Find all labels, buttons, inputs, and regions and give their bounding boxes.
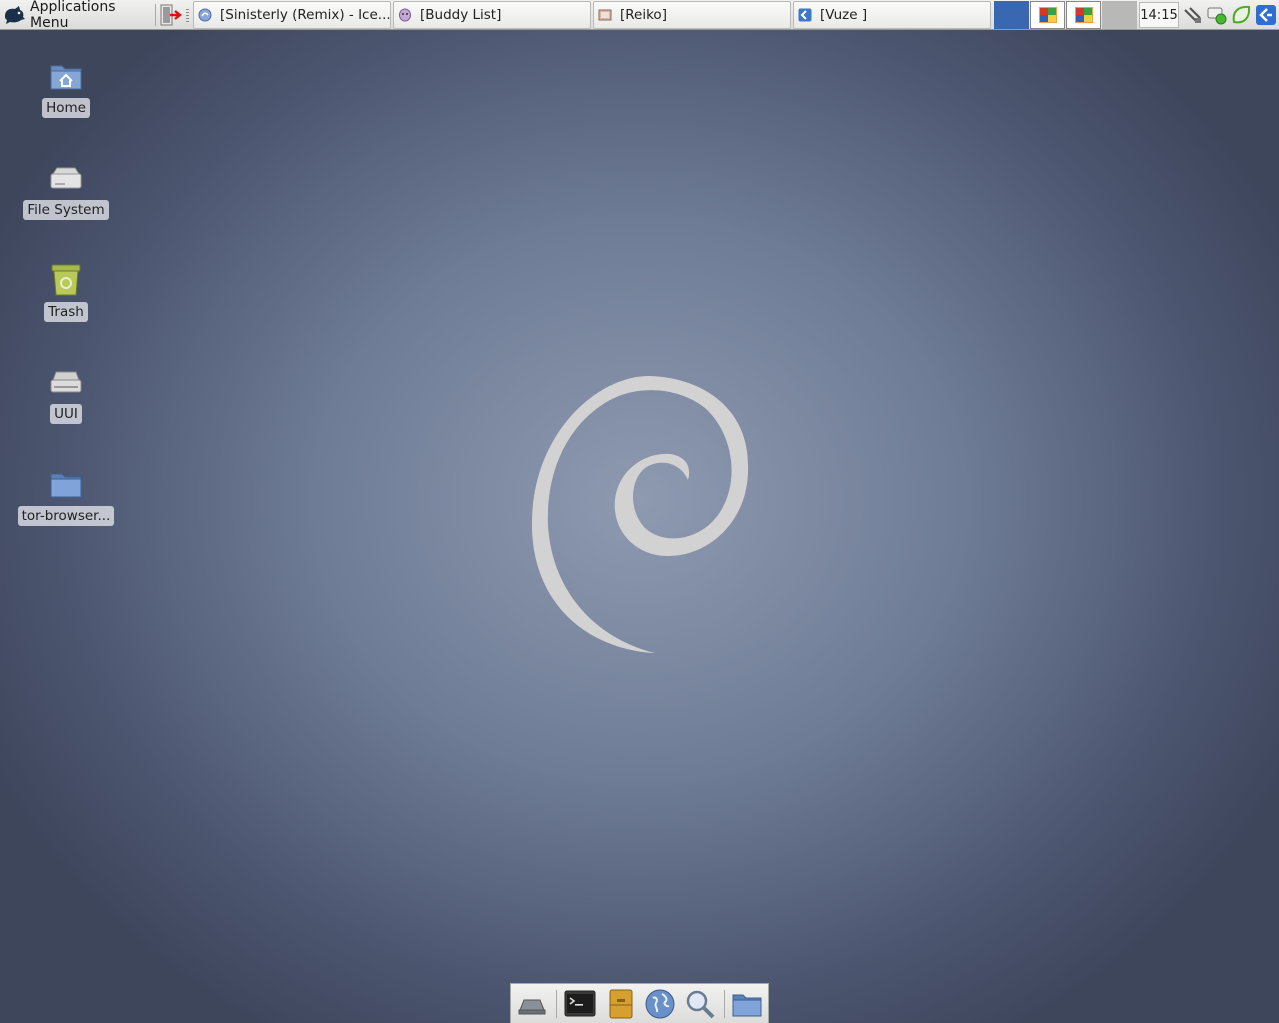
vuze-tray-icon[interactable] [1255, 4, 1277, 26]
desktop-icon-tor-browser[interactable]: tor-browser... [16, 466, 116, 526]
dock-separator [724, 990, 725, 1018]
desktop-icon-label: Trash [44, 302, 88, 322]
pidgin-status-icon[interactable] [1206, 4, 1228, 26]
desktop-icon-file-system[interactable]: File System [16, 160, 116, 220]
debian-swirl-logo [531, 375, 749, 653]
panel-grip[interactable] [186, 9, 189, 22]
desktop-icon-uui[interactable]: UUI [16, 364, 116, 424]
task-label: [Vuze ] [820, 7, 868, 23]
dock-separator [556, 990, 557, 1018]
network-icon[interactable] [1182, 4, 1204, 26]
chat-window-icon [598, 9, 612, 21]
home-folder-icon [50, 65, 82, 90]
bottom-dock [510, 983, 769, 1023]
desktop-icon-label: UUI [50, 404, 82, 424]
window-thumbnail-icon [1039, 7, 1057, 23]
leaf-icon[interactable] [1230, 4, 1252, 26]
top-panel: Applications Menu [Sinisterly (Remix) - … [0, 0, 1279, 31]
drive-icon [50, 167, 82, 189]
workspace-2[interactable] [1030, 1, 1065, 29]
task-label: [Reiko] [620, 7, 667, 23]
task-button-reiko[interactable]: [Reiko] [593, 1, 791, 29]
pidgin-icon [399, 8, 411, 22]
trash-icon [51, 264, 81, 296]
window-thumbnail-icon [1075, 7, 1093, 23]
desktop-icon-home[interactable]: Home [16, 58, 116, 118]
applications-menu-button[interactable]: Applications Menu [2, 0, 154, 31]
removable-drive-icon [50, 371, 82, 393]
workspace-3[interactable] [1066, 1, 1101, 29]
task-label: [Buddy List] [420, 7, 502, 23]
iceweasel-icon [198, 8, 212, 22]
show-desktop-icon[interactable] [516, 988, 548, 1020]
web-browser-icon[interactable] [644, 988, 676, 1020]
desktop-icon-label: tor-browser... [17, 506, 115, 526]
clock[interactable]: 14:15 [1139, 2, 1179, 28]
folder-icon[interactable] [731, 988, 763, 1020]
desktop-icon-trash[interactable]: Trash [16, 262, 116, 322]
terminal-icon[interactable] [564, 988, 596, 1020]
task-button-vuze[interactable]: [Vuze ] [793, 1, 991, 29]
panel-separator [155, 4, 156, 26]
folder-icon [50, 473, 82, 498]
workspace-4[interactable] [1102, 1, 1137, 29]
task-button-iceweasel[interactable]: [Sinisterly (Remix) - Ice... [193, 1, 391, 29]
file-cabinet-icon[interactable] [605, 988, 637, 1020]
applications-menu-label: Applications Menu [30, 0, 116, 31]
search-icon[interactable] [684, 988, 716, 1020]
task-label: [Sinisterly (Remix) - Ice... [220, 7, 391, 23]
desktop-icon-label: Home [42, 98, 90, 118]
desktop-icon-label: File System [23, 200, 109, 220]
xfce-mouse-icon [5, 6, 25, 24]
task-button-buddy-list[interactable]: [Buddy List] [393, 1, 591, 29]
workspace-1[interactable] [994, 1, 1029, 29]
logout-icon[interactable] [158, 3, 182, 27]
vuze-icon [798, 8, 812, 22]
